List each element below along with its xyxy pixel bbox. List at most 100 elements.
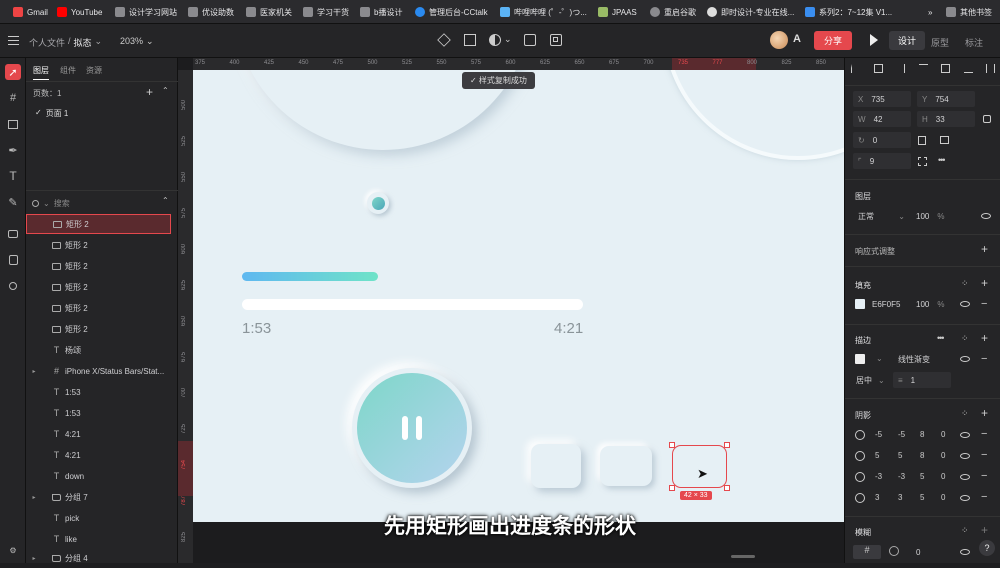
align-hcenter-icon[interactable]: [873, 64, 883, 73]
bookmark-folder[interactable]: 设计学习网站: [115, 6, 177, 18]
search-input[interactable]: 搜索: [54, 198, 70, 209]
layer-item[interactable]: Tlike: [26, 529, 178, 549]
layer-opacity-field[interactable]: 100%: [911, 208, 949, 224]
bookmark-jishi[interactable]: 即时设计-专业在线...: [707, 6, 794, 18]
stroke-width-field[interactable]: ≡ 1: [893, 372, 951, 388]
artboard[interactable]: 1:53 4:21 ➤ 42 × 33: [193, 70, 844, 522]
layer-item[interactable]: ▸ 分组 4: [26, 548, 178, 568]
remove-icon[interactable]: −: [981, 298, 987, 310]
bookmark-folder[interactable]: b播设计: [360, 6, 402, 18]
breadcrumb[interactable]: 个人文件 / 拟态 ⌄: [29, 36, 102, 49]
component-icon[interactable]: [437, 33, 451, 47]
grid-icon[interactable]: ⁘: [961, 333, 968, 344]
settings-icon[interactable]: ⚙: [5, 542, 21, 558]
stroke-swatch[interactable]: [855, 354, 865, 364]
pencil-tool-icon[interactable]: ✎: [5, 194, 21, 210]
stroke-align-select[interactable]: 居中 ⌄: [851, 372, 889, 388]
plugin-tool-icon[interactable]: [5, 252, 21, 268]
y-field[interactable]: Y 754: [917, 91, 975, 107]
bookmark-cctalk[interactable]: 管理后台-CCtalk: [415, 6, 488, 18]
tab-assets[interactable]: 资源: [86, 65, 102, 76]
add-icon[interactable]: +: [981, 406, 988, 420]
layer-item[interactable]: T 4:21: [26, 445, 178, 465]
caret-right-icon[interactable]: ▸: [26, 555, 42, 562]
remove-icon[interactable]: −: [981, 491, 987, 503]
layer-blur-icon[interactable]: #: [853, 545, 881, 559]
resize-handle[interactable]: [669, 442, 675, 448]
eye-icon[interactable]: [960, 356, 970, 362]
resize-handle[interactable]: [669, 485, 675, 491]
tab-prototype[interactable]: 原型: [931, 36, 949, 49]
corner-radius-field[interactable]: ⌜ 9: [853, 153, 911, 169]
grid-icon[interactable]: ⁘: [961, 525, 968, 536]
breadcrumb-root[interactable]: 个人文件: [29, 36, 65, 49]
align-top-icon[interactable]: [918, 64, 928, 73]
flip-vertical-icon[interactable]: [940, 136, 949, 144]
remove-icon[interactable]: −: [981, 353, 987, 365]
distribute-icon[interactable]: [986, 64, 995, 73]
width-field[interactable]: W 42: [853, 111, 911, 127]
knob[interactable]: [367, 192, 389, 214]
control-button[interactable]: [600, 446, 652, 486]
layer-item[interactable]: ▸ 分组 7: [26, 487, 178, 507]
bookmark-youtube[interactable]: YouTube: [57, 6, 102, 18]
independent-corners-icon[interactable]: [918, 157, 927, 166]
layer-item[interactable]: 矩形 2: [26, 277, 178, 297]
layer-item[interactable]: ▸ # iPhone X/Status Bars/Stat...: [26, 361, 178, 381]
text-tool-icon[interactable]: T: [5, 168, 21, 184]
resize-handle[interactable]: [724, 442, 730, 448]
share-button[interactable]: 分享: [814, 31, 852, 50]
comment-tool-icon[interactable]: [5, 226, 21, 242]
help-button[interactable]: ?: [979, 540, 995, 556]
more-icon[interactable]: •••: [938, 155, 946, 165]
avatar[interactable]: [770, 31, 788, 49]
bookmark-series[interactable]: 系列2：7~12集 V1...: [805, 6, 892, 18]
bookmark-other-folder[interactable]: 其他书签: [946, 6, 992, 18]
x-field[interactable]: X 735: [853, 91, 911, 107]
grid-icon[interactable]: ⁘: [961, 408, 968, 419]
zoom-dropdown[interactable]: 203% ⌄: [120, 36, 154, 47]
layer-item[interactable]: T 杨颂: [26, 340, 178, 360]
eye-icon[interactable]: [960, 549, 970, 555]
tab-annotate[interactable]: 标注: [965, 36, 983, 49]
search-icon[interactable]: [5, 278, 21, 294]
tab-layers[interactable]: 图层: [33, 65, 49, 80]
control-button[interactable]: [531, 444, 581, 488]
bookmark-folder[interactable]: 优设助数: [188, 6, 234, 18]
pause-button[interactable]: [357, 373, 467, 483]
breadcrumb-file[interactable]: 拟态: [74, 36, 92, 49]
rotation-field[interactable]: ↻ 0: [853, 132, 911, 148]
add-icon[interactable]: +: [981, 276, 988, 290]
layer-item[interactable]: 矩形 2: [26, 319, 178, 339]
crop-icon[interactable]: [550, 34, 562, 46]
play-icon[interactable]: [870, 34, 878, 46]
add-page-icon[interactable]: +: [146, 85, 153, 99]
fill-swatch[interactable]: [855, 299, 865, 309]
add-icon[interactable]: +: [981, 242, 988, 256]
progress-track[interactable]: [242, 299, 583, 310]
caret-right-icon[interactable]: ▸: [26, 494, 42, 501]
more-icon[interactable]: •••: [937, 333, 945, 343]
blur-value-field[interactable]: 0: [911, 544, 951, 560]
layer-item[interactable]: 矩形 2: [26, 256, 178, 276]
font-icon[interactable]: A: [793, 33, 801, 45]
bookmark-gmail[interactable]: Gmail: [13, 6, 48, 18]
layer-search[interactable]: ⌄ 搜索: [32, 196, 172, 210]
contrast-icon[interactable]: [489, 34, 501, 46]
lock-ratio-icon[interactable]: [983, 115, 991, 123]
bookmark-bilibili[interactable]: 哔哩哔哩 (゜-゜)つ...: [500, 6, 587, 18]
remove-icon[interactable]: −: [981, 470, 987, 482]
frame-tool-icon[interactable]: #: [5, 90, 21, 106]
align-left-icon[interactable]: [851, 64, 860, 73]
layer-item[interactable]: 矩形 2: [26, 235, 178, 255]
background-blur-icon[interactable]: [889, 546, 899, 556]
tab-components[interactable]: 组件: [60, 65, 76, 76]
frame-icon[interactable]: [464, 34, 476, 46]
layer-item[interactable]: T 1:53: [26, 403, 178, 423]
align-right-icon[interactable]: [896, 64, 905, 73]
eye-icon[interactable]: [981, 213, 991, 219]
bookmark-google[interactable]: 重启谷歌: [650, 6, 696, 18]
rectangle-tool-icon[interactable]: [5, 116, 21, 132]
layer-item[interactable]: Tpick: [26, 508, 178, 528]
layer-item[interactable]: 矩形 2: [26, 298, 178, 318]
